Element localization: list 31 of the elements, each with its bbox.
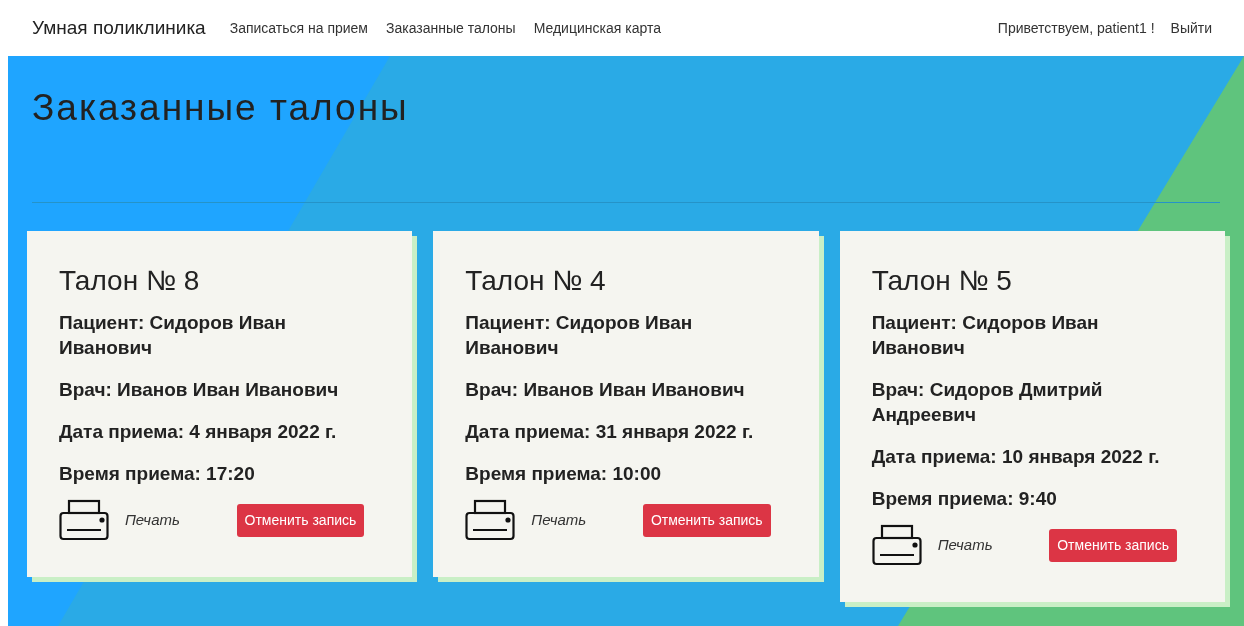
ticket-detail: Пациент: Сидоров Иван Иванович xyxy=(871,311,1100,360)
page-title: Заказанные талоны xyxy=(32,86,410,130)
ticket-detail: Пациент: Сидоров Иван Иванович xyxy=(59,311,287,360)
brand[interactable]: Умная поликлиника xyxy=(32,13,206,43)
printer-icon[interactable] xyxy=(59,499,109,541)
ticket-detail: Врач: Иванов Иван Иванович xyxy=(59,378,340,402)
logout-link[interactable]: Выйти xyxy=(1170,17,1212,39)
ticket-detail: Дата приема: 4 января 2022 г. xyxy=(59,420,338,444)
ticket-title: Талон № 5 xyxy=(871,264,1013,298)
ticket-detail: Врач: Сидоров Дмитрий Андреевич xyxy=(871,378,1104,427)
cancel-button[interactable]: Отменить запись xyxy=(642,503,771,537)
ticket-detail: Дата приема: 10 января 2022 г. xyxy=(871,445,1161,469)
nav-link[interactable]: Заказанные талоны xyxy=(386,17,516,39)
print-link[interactable]: Печать xyxy=(125,508,180,532)
greeting: Приветствуем, patient1 ! xyxy=(997,18,1155,38)
ticket-detail: Дата приема: 31 января 2022 г. xyxy=(465,420,755,444)
nav-link[interactable]: Записаться на прием xyxy=(229,17,368,39)
nav-link[interactable]: Медицинская карта xyxy=(533,17,661,39)
ticket-detail: Врач: Иванов Иван Иванович xyxy=(465,378,746,402)
print-link[interactable]: Печать xyxy=(937,533,993,557)
ticket-detail: Время приема: 17:20 xyxy=(59,462,256,486)
ticket-detail: Время приема: 10:00 xyxy=(465,462,663,486)
printer-icon[interactable] xyxy=(465,499,516,541)
ticket-title: Талон № 4 xyxy=(465,264,607,298)
cancel-button[interactable]: Отменить запись xyxy=(1049,528,1177,562)
ticket-detail: Пациент: Сидоров Иван Иванович xyxy=(465,311,694,360)
ticket-detail: Время приема: 9:40 xyxy=(871,487,1058,511)
cancel-button[interactable]: Отменить запись xyxy=(236,503,365,537)
printer-icon[interactable] xyxy=(871,524,922,566)
ticket-title: Талон № 8 xyxy=(59,264,201,298)
print-link[interactable]: Печать xyxy=(531,508,587,532)
